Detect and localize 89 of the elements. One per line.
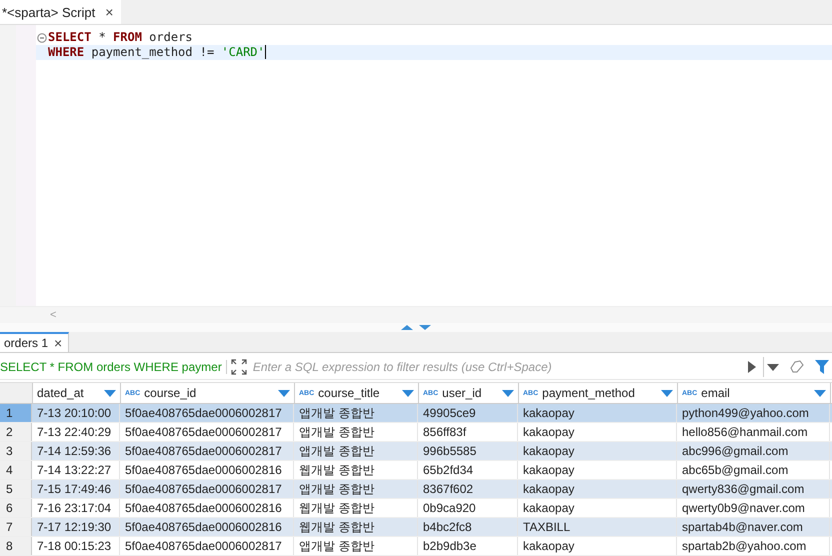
- dropdown-arrow-icon[interactable]: [502, 390, 514, 396]
- dropdown-arrow-icon[interactable]: [104, 390, 116, 396]
- table-cell: 앱개발 종합반: [294, 480, 418, 498]
- text-cursor: [264, 45, 266, 59]
- table-row[interactable]: 4 7-14 13:22:27 5f0ae408765dae0006002816 웹개발 종합반 65b2fd34 kakaopay abc65b@gmail.com: [0, 461, 832, 480]
- table-row[interactable]: 1 7-13 20:10:00 5f0ae408765dae0006002817 앱개발 종합반 49905ce9 kakaopay python499@yahoo.com: [0, 404, 832, 423]
- table-cell: 5f0ae408765dae0006002816: [120, 518, 294, 536]
- table-cell: 7-14 13:22:27: [32, 461, 120, 479]
- table-cell: 5f0ae408765dae0006002816: [120, 461, 294, 479]
- sql-keyword: SELECT: [48, 30, 92, 45]
- sql-keyword: FROM: [113, 30, 142, 45]
- table-cell: 65b2fd34: [418, 461, 518, 479]
- dropdown-arrow-icon[interactable]: [661, 390, 673, 396]
- table-row[interactable]: 3 7-14 12:59:36 5f0ae408765dae0006002817 앱개발 종합반 996b5585 kakaopay abc996@gmail.com: [0, 442, 832, 461]
- table-row[interactable]: 6 7-16 23:17:04 5f0ae408765dae0006002816 웹개발 종합반 0b9ca920 kakaopay qwerty0b9@naver.com: [0, 499, 832, 518]
- dropdown-arrow-icon[interactable]: [278, 390, 290, 396]
- row-number[interactable]: 7: [0, 518, 32, 536]
- table-cell: spartab4b@naver.com: [677, 518, 830, 536]
- table-cell: kakaopay: [518, 499, 677, 517]
- table-cell: 7-18 00:15:23: [32, 537, 120, 555]
- table-cell: python499@yahoo.com: [677, 404, 830, 422]
- table-cell: 7-14 12:59:36: [32, 442, 120, 460]
- table-cell: qwerty836@gmail.com: [677, 480, 830, 498]
- query-text: SELECT * FROM orders WHERE paymer: [0, 360, 227, 374]
- table-cell: abc996@gmail.com: [677, 442, 830, 460]
- table-cell: 앱개발 종합반: [294, 442, 418, 460]
- sql-string: 'CARD': [221, 45, 265, 60]
- row-number[interactable]: 5: [0, 480, 32, 498]
- table-row[interactable]: 8 7-18 00:15:23 5f0ae408765dae0006002817 앱개발 종합반 b2b9db3e kakaopay spartab2b@yahoo.com: [0, 537, 832, 556]
- table-corner: [0, 383, 33, 403]
- table-cell: b4bc2fc8: [418, 518, 518, 536]
- table-cell: 7-17 12:19:30: [32, 518, 120, 536]
- dropdown-arrow-icon[interactable]: [402, 390, 414, 396]
- expand-icon[interactable]: [230, 359, 247, 375]
- table-cell: 856ff83f: [418, 423, 518, 441]
- collapse-icon[interactable]: [37, 32, 47, 42]
- dropdown-arrow-icon[interactable]: [814, 390, 826, 396]
- editor-tab[interactable]: *<sparta> Script ×: [0, 0, 122, 24]
- table-cell: spartab2b@yahoo.com: [677, 537, 830, 555]
- table-cell: kakaopay: [518, 404, 677, 422]
- row-number[interactable]: 1: [0, 404, 32, 422]
- table-cell: 5f0ae408765dae0006002817: [120, 537, 294, 555]
- table-cell: abc65b@gmail.com: [677, 461, 830, 479]
- table-cell: 5f0ae408765dae0006002817: [120, 442, 294, 460]
- row-number[interactable]: 4: [0, 461, 32, 479]
- results-tab[interactable]: orders 1 ×: [0, 332, 70, 352]
- table-cell: 5f0ae408765dae0006002817: [120, 480, 294, 498]
- sql-text: payment_method !=: [90, 45, 216, 60]
- table-cell: 5f0ae408765dae0006002817: [120, 404, 294, 422]
- table-cell: 웹개발 종합반: [294, 499, 418, 517]
- table-row[interactable]: 7 7-17 12:19:30 5f0ae408765dae0006002816 웹개발 종합반 b4bc2fc8 TAXBILL spartab4b@naver.com: [0, 518, 832, 537]
- table-cell: 7-13 22:40:29: [32, 423, 120, 441]
- table-cell: kakaopay: [518, 480, 677, 498]
- table-cell: 7-15 17:49:46: [32, 480, 120, 498]
- sql-text: *: [98, 30, 107, 45]
- table-cell: 996b5585: [418, 442, 518, 460]
- table-cell: kakaopay: [518, 442, 677, 460]
- table-cell: 8367f602: [418, 480, 518, 498]
- column-header[interactable]: dated_at: [33, 383, 121, 403]
- table-cell: 5f0ae408765dae0006002817: [120, 423, 294, 441]
- row-number[interactable]: 2: [0, 423, 32, 441]
- table-cell: 앱개발 종합반: [294, 404, 418, 422]
- table-cell: 0b9ca920: [418, 499, 518, 517]
- table-cell: 앱개발 종합반: [294, 537, 418, 555]
- row-number[interactable]: 3: [0, 442, 32, 460]
- table-cell: kakaopay: [518, 537, 677, 555]
- sql-text: orders: [148, 30, 193, 45]
- panel-toggle-icon[interactable]: [399, 324, 433, 331]
- table-cell: 5f0ae408765dae0006002816: [120, 499, 294, 517]
- table-cell: 웹개발 종합반: [294, 518, 418, 536]
- table-cell: hello856@hanmail.com: [677, 423, 830, 441]
- table-cell: 49905ce9: [418, 404, 518, 422]
- sql-keyword: WHERE: [48, 45, 84, 60]
- table-cell: TAXBILL: [518, 518, 677, 536]
- close-icon[interactable]: ×: [105, 4, 114, 20]
- row-number[interactable]: 6: [0, 499, 32, 517]
- table-cell: 앱개발 종합반: [294, 423, 418, 441]
- close-icon[interactable]: ×: [54, 335, 62, 351]
- table-cell: qwerty0b9@naver.com: [677, 499, 830, 517]
- table-cell: kakaopay: [518, 423, 677, 441]
- table-cell: 웹개발 종합반: [294, 461, 418, 479]
- table-cell: b2b9db3e: [418, 537, 518, 555]
- table-row[interactable]: 2 7-13 22:40:29 5f0ae408765dae0006002817 앱개발 종합반 856ff83f kakaopay hello856@hanmail.com: [0, 423, 832, 442]
- table-cell: 7-13 20:10:00: [32, 404, 120, 422]
- table-cell: 7-16 23:17:04: [32, 499, 120, 517]
- table-cell: kakaopay: [518, 461, 677, 479]
- table-row[interactable]: 5 7-15 17:49:46 5f0ae408765dae0006002817 앱개발 종합반 8367f602 kakaopay qwerty836@gmail.com: [0, 480, 832, 499]
- row-number[interactable]: 8: [0, 537, 32, 555]
- filter-icon[interactable]: [812, 357, 832, 377]
